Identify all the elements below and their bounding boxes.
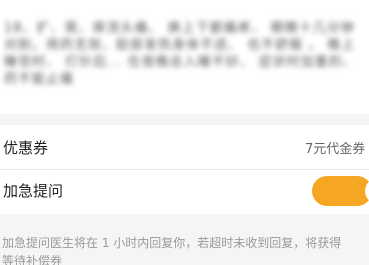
urgent-question-note: 加急提问医生将在 1 小时内回复你，若超时未收到回复，将获得 等待补偿券 <box>2 234 369 265</box>
coupon-label: 优惠券 <box>3 139 49 157</box>
urgent-note-line-1: 加急提问医生将在 1 小时内回复你，若超时未收到回复，将获得 <box>2 236 342 250</box>
toggle-knob <box>365 178 369 204</box>
urgent-question-toggle[interactable] <box>312 176 369 206</box>
coupon-value[interactable]: 7元代金券 <box>305 138 365 157</box>
question-description-text: 18、扩、晃、痒流头痛、 换上下都痛疼、 眼睛十几分钟对耐。用药无效、脸部发热身… <box>4 21 357 87</box>
ask-doctor-page: 18、扩、晃、痒流头痛、 换上下都痛疼、 眼睛十几分钟对耐。用药无效、脸部发热身… <box>0 0 369 265</box>
urgent-question-row: 加急提问 <box>0 170 369 214</box>
urgent-question-label: 加急提问 <box>3 182 64 200</box>
urgent-note-line-2: 等待补偿券 <box>2 254 63 265</box>
question-description-card[interactable]: 18、扩、晃、痒流头痛、 换上下都痛疼、 眼睛十几分钟对耐。用药无效、脸部发热身… <box>0 0 369 114</box>
coupon-row[interactable]: 优惠券 7元代金券 <box>0 125 369 169</box>
